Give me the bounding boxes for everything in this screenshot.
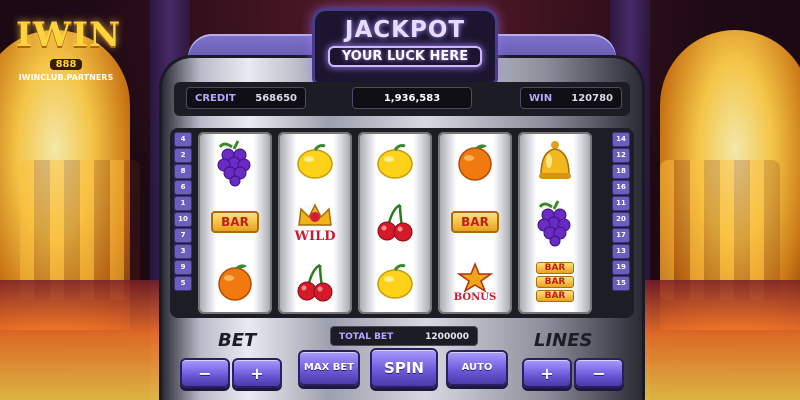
auto-button[interactable]: AUTO xyxy=(446,350,508,386)
jackpot-amount: 1,936,583 xyxy=(383,93,441,104)
payline-indicator: 11 xyxy=(612,196,630,211)
credit-value: 568650 xyxy=(255,93,297,104)
lemon-icon xyxy=(358,132,432,192)
info-bar: CREDIT 568650 1,936,583 WIN 120780 xyxy=(174,82,630,116)
bar-symbol-text: BAR xyxy=(535,290,575,302)
triple-bar-icon: BAR BAR BAR xyxy=(518,252,592,312)
payline-indicator: 18 xyxy=(612,164,630,179)
spin-button[interactable]: SPIN xyxy=(370,348,438,388)
reel-2: WILD xyxy=(278,132,352,314)
payline-indicator: 3 xyxy=(174,244,192,259)
reel-3 xyxy=(358,132,432,314)
bell-icon xyxy=(518,132,592,192)
bar-symbol-text: BAR xyxy=(451,211,499,233)
lines-decrease-button[interactable]: − xyxy=(574,358,624,388)
reel-5: BAR BAR BAR xyxy=(518,132,592,314)
slot-machine: JACKPOT YOUR LUCK HERE CREDIT 568650 1,9… xyxy=(152,8,652,400)
credit-display: CREDIT 568650 xyxy=(186,87,306,109)
orange-icon xyxy=(438,132,512,192)
background-slot-row xyxy=(20,160,140,300)
jackpot-sign: JACKPOT YOUR LUCK HERE xyxy=(312,8,498,86)
wild-icon: WILD xyxy=(278,192,352,252)
payline-indicator: 6 xyxy=(174,180,192,195)
payline-indicator: 12 xyxy=(612,148,630,163)
logo-number: 888 xyxy=(49,59,83,70)
reel-1: BAR xyxy=(198,132,272,314)
credit-label: CREDIT xyxy=(195,93,236,104)
reel-4: BAR BONUS xyxy=(438,132,512,314)
control-panel: BET TOTAL BET 1200000 LINES − + MAX BET … xyxy=(170,320,634,400)
max-bet-button[interactable]: MAX BET xyxy=(298,350,360,386)
payline-indicator: 9 xyxy=(174,260,192,275)
bonus-icon: BONUS xyxy=(438,252,512,312)
payline-indicator: 8 xyxy=(174,164,192,179)
payline-indicator: 4 xyxy=(174,132,192,147)
cherries-icon xyxy=(358,192,432,252)
bar-symbol-text: BAR xyxy=(535,276,575,288)
bonus-symbol-text: BONUS xyxy=(453,291,497,303)
payline-indicators-right: 14 12 18 16 11 20 17 13 19 15 xyxy=(612,132,630,292)
total-bet-value: 1200000 xyxy=(425,332,469,342)
cherries-icon xyxy=(278,252,352,312)
reel-window: 4 2 8 6 1 10 7 3 9 5 14 12 18 16 11 20 1… xyxy=(170,128,634,318)
payline-indicators-left: 4 2 8 6 1 10 7 3 9 5 xyxy=(174,132,192,292)
grapes-icon xyxy=(518,192,592,252)
payline-indicator: 7 xyxy=(174,228,192,243)
jackpot-amount-display: 1,936,583 xyxy=(352,87,472,109)
logo-domain: IWINCLUB.PARTNERS xyxy=(18,73,114,82)
payline-indicator: 10 xyxy=(174,212,192,227)
payline-indicator: 1 xyxy=(174,196,192,211)
win-label: WIN xyxy=(529,93,553,104)
jackpot-subtitle: YOUR LUCK HERE xyxy=(328,46,482,67)
payline-indicator: 14 xyxy=(612,132,630,147)
logo-text: IWIN xyxy=(16,15,122,55)
payline-indicator: 16 xyxy=(612,180,630,195)
slot-game-screen: IWIN 888 IWINCLUB.PARTNERS JACKPOT YOUR … xyxy=(0,0,800,400)
lines-label: LINES xyxy=(534,330,593,351)
orange-icon xyxy=(198,252,272,312)
bet-label: BET xyxy=(218,330,257,351)
payline-indicator: 19 xyxy=(612,260,630,275)
payline-indicator: 17 xyxy=(612,228,630,243)
background-slot-row xyxy=(660,160,780,300)
brand-logo: IWIN 888 IWINCLUB.PARTNERS xyxy=(16,15,122,90)
bar-icon: BAR xyxy=(198,192,272,252)
lemon-icon xyxy=(358,252,432,312)
bar-symbol-text: BAR xyxy=(535,262,575,274)
payline-indicator: 13 xyxy=(612,244,630,259)
bar-symbol-text: BAR xyxy=(211,211,259,233)
total-bet-display: TOTAL BET 1200000 xyxy=(330,326,478,346)
wild-symbol-text: WILD xyxy=(294,228,336,244)
payline-indicator: 15 xyxy=(612,276,630,291)
lines-increase-button[interactable]: + xyxy=(522,358,572,388)
bet-increase-button[interactable]: + xyxy=(232,358,282,388)
payline-indicator: 5 xyxy=(174,276,192,291)
payline-indicator: 20 xyxy=(612,212,630,227)
total-bet-label: TOTAL BET xyxy=(339,332,394,342)
payline-indicator: 2 xyxy=(174,148,192,163)
bet-decrease-button[interactable]: − xyxy=(180,358,230,388)
bar-icon: BAR xyxy=(438,192,512,252)
jackpot-title: JACKPOT xyxy=(344,17,466,43)
win-display: WIN 120780 xyxy=(520,87,622,109)
lemon-icon xyxy=(278,132,352,192)
win-value: 120780 xyxy=(571,93,613,104)
grapes-icon xyxy=(198,132,272,192)
